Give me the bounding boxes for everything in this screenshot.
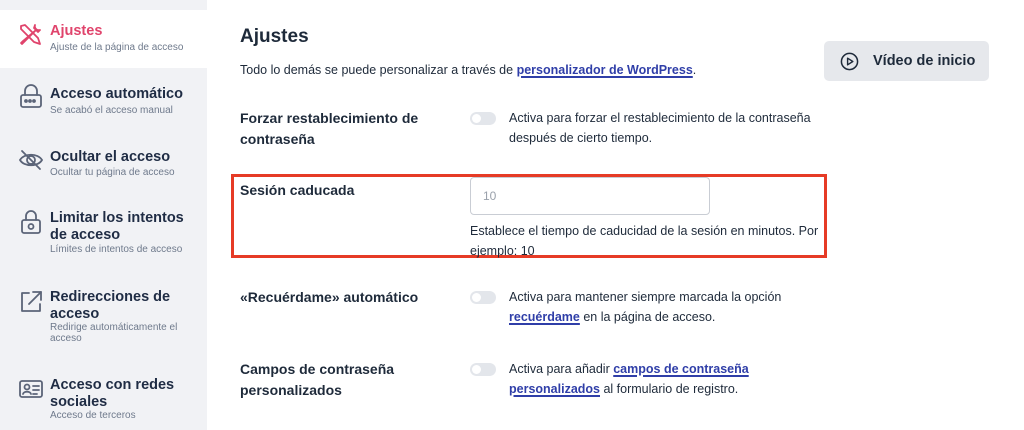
- sidebar-item-subtitle: Se acabó el acceso manual: [50, 105, 173, 116]
- sidebar-item-label-line2: sociales: [50, 394, 108, 410]
- sidebar-item-label: Redirecciones de: [50, 289, 171, 305]
- force-reset-toggle[interactable]: [470, 112, 496, 125]
- intro-prefix: Todo lo demás se puede personalizar a tr…: [240, 63, 517, 77]
- remember-me-desc-suffix: en la página de acceso.: [579, 310, 716, 324]
- sidebar: Ajustes Ajuste de la página de acceso Ac…: [0, 0, 207, 430]
- custom-password-desc-suffix: al formulario de registro.: [600, 382, 739, 396]
- eye-off-icon: [18, 150, 44, 170]
- sidebar-item-ocultar-acceso[interactable]: Ocultar el acceso Ocultar tu página de a…: [0, 145, 207, 185]
- session-expired-label: Sesión caducada: [240, 182, 355, 198]
- sidebar-item-label: Ocultar el acceso: [50, 149, 171, 165]
- force-reset-label: Forzar restablecimiento de contraseña: [240, 108, 418, 150]
- toggle-knob: [472, 114, 481, 123]
- sidebar-item-label: Acceso automático: [50, 86, 183, 102]
- sidebar-item-label: Ajustes: [50, 23, 103, 39]
- main-content: Ajustes Todo lo demás se puede personali…: [207, 0, 1024, 430]
- session-timeout-input[interactable]: [470, 177, 710, 215]
- sidebar-item-subtitle: Límites de intentos de acceso: [50, 244, 183, 255]
- session-timeout-help: Establece el tiempo de caducidad de la s…: [470, 221, 830, 261]
- custom-password-description: Activa para añadir campos de contraseña …: [509, 359, 749, 399]
- force-reset-desc-line2: después de cierto tiempo.: [509, 131, 653, 145]
- remember-me-desc-line2: recuérdame en la página de acceso.: [509, 307, 781, 327]
- force-reset-label-line1: Forzar restablecimiento de: [240, 110, 419, 126]
- video-start-label: Vídeo de inicio: [873, 53, 976, 69]
- lock-key-icon: [20, 84, 42, 108]
- sidebar-item-label: Limitar los intentos: [50, 210, 184, 226]
- force-reset-label-line2: contraseña: [240, 131, 315, 147]
- id-card-icon: [19, 380, 43, 398]
- custom-password-desc-line1: Activa para añadir campos de contraseña: [509, 359, 749, 379]
- custom-password-label-line1: Campos de contraseña: [240, 361, 395, 377]
- remember-me-description: Activa para mantener siempre marcada la …: [509, 287, 781, 327]
- custom-password-link[interactable]: campos de contraseña: [613, 362, 748, 376]
- sidebar-item-ajustes[interactable]: Ajustes Ajuste de la página de acceso: [0, 10, 207, 68]
- force-reset-description: Activa para forzar el restablecimiento d…: [509, 108, 811, 148]
- sidebar-item-subtitle: Ocultar tu página de acceso: [50, 167, 175, 178]
- session-help-line1: Establece el tiempo de caducidad de la s…: [470, 224, 819, 238]
- sidebar-item-label: Acceso con redes: [50, 377, 175, 393]
- remember-me-label: «Recuérdame» automático: [240, 289, 419, 305]
- play-circle-icon: [840, 52, 859, 70]
- custom-password-desc-line2: personalizados al formulario de registro…: [509, 379, 749, 399]
- custom-password-desc-prefix: Activa para añadir: [509, 362, 614, 376]
- sidebar-item-subtitle-line2: acceso: [50, 333, 82, 344]
- sidebar-item-label-line2: de acceso: [50, 227, 121, 243]
- sidebar-item-limitar-intentos[interactable]: Limitar los intentos de acceso Límites d…: [0, 207, 207, 259]
- sidebar-item-subtitle: Acceso de terceros: [50, 410, 136, 421]
- wordpress-customizer-link[interactable]: personalizador de WordPress: [517, 63, 693, 77]
- custom-password-label: Campos de contraseña personalizados: [240, 359, 394, 401]
- remember-me-link[interactable]: recuérdame: [509, 310, 580, 324]
- sidebar-item-acceso-automatico[interactable]: Acceso automático Se acabó el acceso man…: [0, 82, 207, 122]
- lock-limit-icon: [21, 210, 41, 234]
- intro-text: Todo lo demás se puede personalizar a tr…: [240, 63, 696, 77]
- session-help-line2: ejemplo: 10: [470, 244, 535, 258]
- page-title: Ajustes: [240, 26, 309, 47]
- custom-password-toggle[interactable]: [470, 363, 496, 376]
- custom-password-link-line2[interactable]: personalizados: [509, 382, 600, 396]
- sidebar-item-redes-sociales[interactable]: Acceso con redes sociales Acceso de terc…: [0, 374, 207, 424]
- toggle-knob: [472, 365, 481, 374]
- external-link-icon: [21, 291, 42, 312]
- tools-icon: [20, 24, 41, 45]
- sidebar-item-redirecciones[interactable]: Redirecciones de acceso Redirige automát…: [0, 287, 207, 345]
- force-reset-desc-line1: Activa para forzar el restablecimiento d…: [509, 111, 811, 125]
- sidebar-item-subtitle: Ajuste de la página de acceso: [50, 42, 184, 53]
- remember-me-toggle[interactable]: [470, 291, 496, 304]
- remember-me-desc-line1: Activa para mantener siempre marcada la …: [509, 290, 782, 304]
- intro-suffix: .: [692, 63, 697, 77]
- toggle-knob: [472, 293, 481, 302]
- sidebar-item-label-line2: acceso: [50, 306, 100, 322]
- video-start-button[interactable]: Vídeo de inicio: [824, 41, 989, 81]
- custom-password-label-line2: personalizados: [240, 382, 342, 398]
